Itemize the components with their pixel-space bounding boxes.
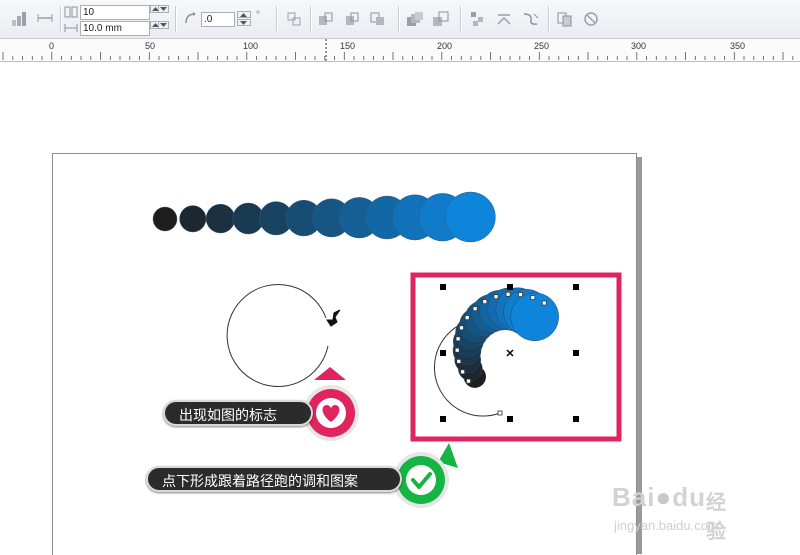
- blend-node: [482, 299, 488, 304]
- blend-node: [460, 369, 465, 375]
- blend-step: [232, 202, 265, 235]
- blend-step: [445, 191, 496, 243]
- handle-bottom-middle: [507, 416, 513, 422]
- watermark-logo: Bai●du: [612, 482, 706, 512]
- blend-node: [464, 315, 470, 320]
- blend-node: [459, 325, 464, 331]
- blend-node: [493, 294, 499, 300]
- callout-first: 出现如图的标志: [163, 400, 313, 426]
- blend-step: [510, 292, 559, 342]
- blend-step: [205, 203, 236, 234]
- handle-top-middle: [507, 284, 513, 290]
- handle-top-right: [573, 284, 579, 290]
- handle-middle-right: [573, 350, 579, 356]
- handle-middle-left: [440, 350, 446, 356]
- path-end-node[interactable]: [497, 410, 503, 416]
- center-x-icon: [506, 349, 514, 357]
- blend-node: [518, 292, 523, 297]
- handle-top-left: [440, 284, 446, 290]
- check-badge: [393, 443, 458, 508]
- blend-step: [152, 206, 178, 232]
- callout-second: 点下形成跟着路径跑的调和图案: [146, 466, 402, 492]
- blend-node: [541, 300, 547, 306]
- blend-node: [455, 336, 461, 342]
- blend-node: [466, 378, 471, 384]
- handle-bottom-left: [440, 416, 446, 422]
- blend-node: [454, 347, 460, 353]
- artwork: [152, 191, 622, 508]
- blend-node: [456, 359, 462, 364]
- heart-badge: [303, 367, 359, 441]
- blend-step: [179, 205, 207, 233]
- path-cursor-icon: [326, 309, 341, 327]
- straight-blend[interactable]: [152, 191, 496, 243]
- blend-path[interactable]: [226, 284, 329, 387]
- handle-bottom-right: [573, 416, 579, 422]
- blend-node: [505, 291, 511, 297]
- blend-node: [530, 295, 536, 300]
- blend-node: [472, 306, 478, 312]
- watermark-cn: 经验: [706, 492, 726, 543]
- watermark-url: jingyan.baidu.com: [614, 518, 719, 533]
